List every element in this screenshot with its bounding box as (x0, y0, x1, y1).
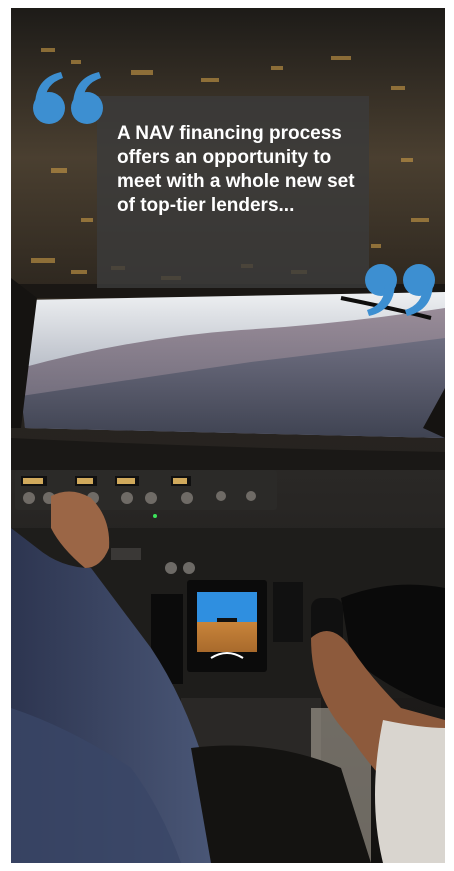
quote-text: A NAV financing process offers an opport… (117, 123, 355, 216)
quote-box: A NAV financing process offers an opport… (97, 96, 369, 288)
left-double-quote-icon (33, 72, 103, 124)
right-double-quote-icon (365, 264, 435, 316)
hero-image-card: A NAV financing process offers an opport… (11, 8, 445, 863)
